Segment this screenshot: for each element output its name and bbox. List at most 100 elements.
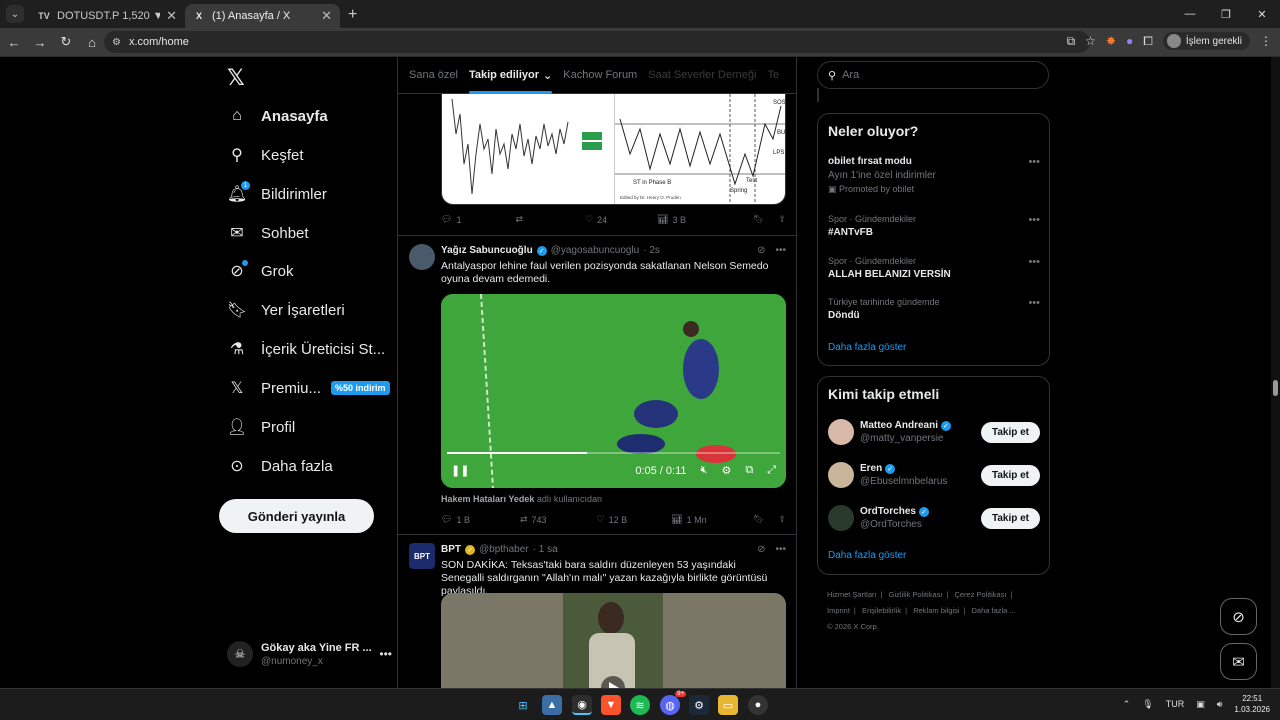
photos-icon[interactable]: ▲ <box>542 695 562 715</box>
video-player[interactable]: ❚❚ 0:05 / 0:11 🔇︎ ⚙ ⧉ ⤢ <box>441 294 786 488</box>
nav-premium[interactable]: 𝕏 Premiu... %50 indirim <box>227 376 390 400</box>
language-indicator[interactable]: TUR <box>1166 699 1185 709</box>
extension-icon[interactable]: ● <box>1126 34 1133 48</box>
forward-icon[interactable]: → <box>28 35 52 50</box>
search-input[interactable]: ⚲ Ara <box>817 61 1049 89</box>
tab-kachow-forum[interactable]: Kachow Forum <box>563 57 637 94</box>
x-logo-icon[interactable]: 𝕏 <box>227 65 245 91</box>
footer-link[interactable]: Gizlilik Politikası <box>889 590 943 599</box>
spotify-icon[interactable]: ≋ <box>630 695 650 715</box>
nav-profile[interactable]: 👤︎ Profil <box>227 415 295 439</box>
extension-fox-icon[interactable]: ✸ <box>1106 34 1116 48</box>
browser-tab-x[interactable]: X (1) Anasayfa / X ✕ <box>185 4 340 28</box>
app-icon[interactable]: ● <box>748 695 768 715</box>
attribution-user[interactable]: Hakem Hataları Yedek <box>441 494 534 504</box>
post-button[interactable]: Gönderi yayınla <box>219 499 374 533</box>
bookmark-button[interactable]: 🔖︎ <box>753 214 764 225</box>
follow-suggestion[interactable]: OrdTorches ✓ @OrdTorches Takip et <box>828 503 1040 533</box>
tab-following[interactable]: Takip ediliyor ⌄ <box>468 57 553 94</box>
nav-bookmarks[interactable]: 🔖︎ Yer İşaretleri <box>227 298 345 322</box>
back-icon[interactable]: ← <box>2 35 26 50</box>
footer-link[interactable]: Erişilebilirlik <box>862 606 901 615</box>
grok-icon[interactable]: ⊘ <box>757 544 765 555</box>
chevron-up-icon[interactable]: ⌃ <box>1123 699 1131 710</box>
picture-in-picture-icon[interactable]: ⧉ <box>745 464 753 477</box>
minimize-icon[interactable]: — <box>1172 0 1208 28</box>
windows-start-icon[interactable]: ⊞ <box>513 695 533 715</box>
more-horizontal-icon[interactable]: ••• <box>1028 156 1040 168</box>
tab-for-you[interactable]: Sana özel <box>409 57 458 94</box>
tweet-image[interactable]: ST in Phase B Spring Test SOS LPS BU Edi… <box>441 94 786 205</box>
install-app-icon[interactable]: ⧉ <box>1067 34 1076 49</box>
account-switcher[interactable]: ☠ Gökay aka Yine FR ... @numoney_x ••• <box>227 641 392 667</box>
extensions-puzzle-icon[interactable]: ⧠ <box>1143 34 1153 49</box>
reload-icon[interactable]: ↻ <box>54 34 78 50</box>
tab-more[interactable]: Te <box>767 57 779 94</box>
menu-kebab-icon[interactable]: ⋮ <box>1260 34 1272 48</box>
fullscreen-icon[interactable]: ⤢ <box>767 464 776 477</box>
more-horizontal-icon[interactable]: ••• <box>1028 214 1040 226</box>
footer-link[interactable]: Reklam bilgisi <box>913 606 959 615</box>
repost-button[interactable]: ⇄ 743 <box>520 514 547 525</box>
footer-link[interactable]: Çerez Politikası <box>954 590 1006 599</box>
author-name[interactable]: BPT <box>441 544 461 555</box>
reply-button[interactable]: 💬︎ 1 B <box>441 514 470 525</box>
follow-button[interactable]: Takip et <box>980 421 1040 443</box>
footer-link[interactable]: Daha fazla ... <box>972 606 1016 615</box>
trend-item[interactable]: obilet fırsat modu Ayın 1'ine özel indir… <box>828 156 1040 195</box>
home-icon[interactable]: ⌂ <box>80 35 104 50</box>
tweet-image[interactable] <box>441 593 786 688</box>
page-scrollbar[interactable] <box>1271 57 1280 688</box>
views-button[interactable]: 📊︎ 1 Mn <box>671 514 706 525</box>
tweet[interactable]: BPT BPT ✓ @bpthaber · 1 sa ⊘ ••• SON DAKİ… <box>398 534 796 688</box>
tweet-time[interactable]: · 2s <box>643 245 660 256</box>
pause-icon[interactable]: ❚❚ <box>451 464 469 477</box>
tab-saat-severler[interactable]: Saat Severler Derneği <box>648 57 756 94</box>
close-window-icon[interactable]: ✕ <box>1244 0 1280 28</box>
share-button[interactable]: ⇪ <box>778 514 786 525</box>
nav-notifications[interactable]: 🔔︎ 1 Bildirimler <box>227 181 327 206</box>
address-bar[interactable]: ⚙ x.com/home <box>104 31 1090 53</box>
footer-link[interactable]: İmprint <box>827 606 850 615</box>
nav-more[interactable]: ⊙ Daha fazla <box>227 454 332 478</box>
grok-fab-button[interactable]: ⊘ <box>1220 598 1257 635</box>
microphone-icon[interactable]: 🎙︎ <box>1142 699 1153 710</box>
avatar[interactable] <box>409 244 435 270</box>
trend-item[interactable]: Spor · Gündemdekiler #ANTvFB ••• <box>828 214 1040 238</box>
browser-tab-tradingview[interactable]: TV DOTUSDT.P 1,520 ▼ −8.43% Ad ✕ <box>30 4 185 28</box>
grok-icon[interactable]: ⊘ <box>757 245 765 256</box>
share-button[interactable]: ⇪ <box>778 214 786 225</box>
avatar[interactable]: BPT <box>409 543 435 569</box>
nav-home[interactable]: ⌂ Anasayfa <box>227 104 328 128</box>
close-icon[interactable]: ✕ <box>166 8 177 24</box>
author-name[interactable]: Yağız Sabuncuoğlu <box>441 245 533 256</box>
display-icon[interactable]: ▣ <box>1196 699 1205 710</box>
follow-button[interactable]: Takip et <box>980 464 1040 486</box>
more-horizontal-icon[interactable]: ••• <box>1028 297 1040 309</box>
more-horizontal-icon[interactable]: ••• <box>1028 256 1040 268</box>
nav-creator-studio[interactable]: ⚗ İçerik Üreticisi St... <box>227 337 385 361</box>
discord-icon[interactable]: ◍ 9+ <box>660 691 686 715</box>
mute-icon[interactable]: 🔇︎ <box>701 464 708 477</box>
nav-explore[interactable]: ⚲ Keşfet <box>227 143 303 167</box>
nav-grok[interactable]: ⊘ Grok <box>227 259 294 283</box>
bookmark-button[interactable]: 🔖︎ <box>753 514 764 525</box>
show-more-suggestions-link[interactable]: Daha fazla göster <box>828 550 906 561</box>
author-handle[interactable]: @bpthaber <box>479 544 529 555</box>
video-progress-bar[interactable] <box>447 452 780 454</box>
steam-icon[interactable]: ⚙ <box>689 695 709 715</box>
follow-suggestion[interactable]: Eren ✓ @Ebuselmnbelarus Takip et <box>828 460 1040 490</box>
reply-button[interactable]: 💬︎ 1 <box>441 214 461 225</box>
chrome-icon[interactable]: ◉ <box>572 695 592 715</box>
messages-fab-button[interactable]: ✉ <box>1220 643 1257 680</box>
new-tab-icon[interactable]: + <box>348 6 357 24</box>
tweet-time[interactable]: · 1 sa <box>533 544 558 555</box>
tab-search-button[interactable]: ⌄ <box>6 5 24 23</box>
tweet[interactable]: Yağız Sabuncuoğlu ✓ @yagosabuncuoglu · 2… <box>398 235 796 535</box>
follow-suggestion[interactable]: Matteo Andreani ✓ @matty_vanpersie Takip … <box>828 417 1040 447</box>
like-button[interactable]: ♡ 24 <box>585 214 607 225</box>
footer-link[interactable]: Hizmet Şartları <box>827 590 877 599</box>
maximize-icon[interactable]: ❐ <box>1208 0 1244 28</box>
views-button[interactable]: 📊︎ 3 B <box>657 214 686 225</box>
like-button[interactable]: ♡ 12 B <box>597 514 628 525</box>
